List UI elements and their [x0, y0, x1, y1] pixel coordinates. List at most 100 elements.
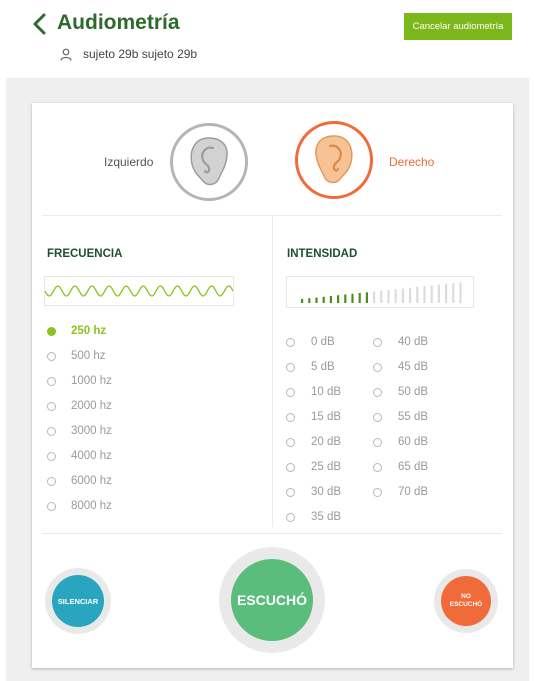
intensity-option[interactable]: 20 dB	[286, 436, 341, 448]
silence-button[interactable]: SILENCIAR	[52, 575, 104, 627]
level-bar	[452, 283, 455, 303]
frequency-option-label: 500 hz	[71, 350, 106, 362]
not-heard-button[interactable]: NO ESCUCHÓ	[441, 576, 491, 626]
intensity-option[interactable]: 40 dB	[373, 336, 428, 348]
sine-wave-icon	[44, 285, 234, 297]
level-bar	[437, 284, 440, 303]
level-meter-bars	[301, 282, 462, 303]
intensity-title: INTENSIDAD	[287, 248, 358, 260]
frequency-option[interactable]: 6000 hz	[47, 475, 112, 487]
user-icon	[60, 48, 72, 61]
right-ear-icon	[315, 135, 353, 184]
intensity-option[interactable]: 15 dB	[286, 411, 341, 423]
intensity-option[interactable]: 25 dB	[286, 461, 341, 473]
frequency-option-label: 8000 hz	[71, 500, 112, 512]
not-heard-label-line1: NO	[461, 593, 471, 600]
frequency-option[interactable]: 3000 hz	[47, 425, 112, 437]
level-bar	[351, 293, 354, 303]
level-bar	[301, 299, 304, 303]
intensity-option[interactable]: 0 dB	[286, 336, 335, 348]
level-bar	[322, 296, 325, 303]
radio-icon[interactable]	[286, 337, 295, 347]
frequency-option[interactable]: 4000 hz	[47, 450, 112, 462]
intensity-option-label: 45 dB	[398, 361, 429, 373]
divider	[42, 533, 502, 534]
radio-selected-icon[interactable]	[47, 326, 56, 336]
level-bar	[394, 289, 397, 303]
right-ear-button[interactable]	[295, 121, 373, 199]
intensity-option-label: 0 dB	[311, 336, 335, 348]
frequency-option[interactable]: 1000 hz	[47, 375, 112, 387]
intensity-option[interactable]: 45 dB	[373, 361, 428, 373]
radio-icon[interactable]	[373, 462, 382, 472]
header: Audiometría sujeto 29b sujeto 29b Cancel…	[0, 0, 534, 78]
frequency-wave-display	[44, 276, 234, 306]
radio-icon[interactable]	[47, 476, 56, 486]
intensity-option[interactable]: 30 dB	[286, 486, 341, 498]
frequency-option[interactable]: 250 hz	[47, 325, 106, 337]
heard-button[interactable]: ESCUCHÓ	[231, 559, 313, 641]
radio-icon[interactable]	[47, 401, 56, 411]
intensity-option[interactable]: 50 dB	[373, 386, 428, 398]
radio-icon[interactable]	[373, 412, 382, 422]
intensity-option-label: 55 dB	[398, 411, 429, 423]
radio-icon[interactable]	[286, 437, 295, 447]
audiometry-card: Izquierdo Derecho FRECUENCIA 250 hz 500 h…	[32, 103, 513, 668]
intensity-option-label: 10 dB	[311, 386, 342, 398]
radio-icon[interactable]	[373, 437, 382, 447]
radio-icon[interactable]	[373, 487, 382, 497]
radio-icon[interactable]	[373, 387, 382, 397]
radio-icon[interactable]	[47, 351, 56, 361]
back-arrow-icon[interactable]	[30, 12, 50, 36]
radio-icon[interactable]	[47, 376, 56, 386]
radio-icon[interactable]	[47, 501, 56, 511]
radio-icon[interactable]	[286, 512, 295, 522]
right-ear-label: Derecho	[389, 155, 435, 169]
intensity-option-label: 15 dB	[311, 411, 342, 423]
subject-name: sujeto 29b sujeto 29b	[83, 47, 198, 61]
radio-icon[interactable]	[286, 462, 295, 472]
radio-icon[interactable]	[373, 337, 382, 347]
radio-icon[interactable]	[286, 487, 295, 497]
level-bar	[423, 286, 426, 303]
intensity-option[interactable]: 70 dB	[373, 486, 428, 498]
level-bar	[380, 290, 383, 303]
radio-icon[interactable]	[286, 387, 295, 397]
level-bar	[358, 293, 361, 303]
intensity-option-label: 65 dB	[398, 461, 429, 473]
level-bar	[308, 298, 311, 303]
intensity-option-label: 5 dB	[311, 361, 335, 373]
radio-icon[interactable]	[286, 412, 295, 422]
frequency-option-label: 250 hz	[71, 325, 107, 337]
intensity-option-label: 70 dB	[398, 486, 429, 498]
page-title: Audiometría	[57, 11, 180, 34]
level-bar	[337, 295, 340, 303]
radio-icon[interactable]	[47, 426, 56, 436]
cancel-audiometry-button[interactable]: Cancelar audiometría	[404, 13, 512, 40]
frequency-option-label: 3000 hz	[71, 425, 112, 437]
intensity-option[interactable]: 60 dB	[373, 436, 428, 448]
radio-icon[interactable]	[286, 362, 295, 372]
intensity-option[interactable]: 55 dB	[373, 411, 428, 423]
left-ear-button[interactable]	[170, 123, 248, 201]
frequency-option[interactable]: 2000 hz	[47, 400, 112, 412]
level-bar	[329, 296, 332, 303]
level-bar	[365, 292, 368, 303]
level-bar	[416, 287, 419, 303]
radio-icon[interactable]	[373, 362, 382, 372]
radio-icon[interactable]	[47, 451, 56, 461]
intensity-option[interactable]: 65 dB	[373, 461, 428, 473]
intensity-option[interactable]: 10 dB	[286, 386, 341, 398]
frequency-title: FRECUENCIA	[47, 248, 123, 260]
level-bar	[430, 285, 433, 303]
intensity-option-label: 30 dB	[311, 486, 342, 498]
intensity-option-label: 35 dB	[311, 511, 342, 523]
frequency-option[interactable]: 8000 hz	[47, 500, 112, 512]
intensity-option-label: 40 dB	[398, 336, 429, 348]
intensity-option[interactable]: 5 dB	[286, 361, 335, 373]
frequency-option[interactable]: 500 hz	[47, 350, 106, 362]
frequency-option-label: 2000 hz	[71, 400, 112, 412]
level-bar	[409, 287, 412, 303]
level-bar	[373, 291, 376, 303]
intensity-option[interactable]: 35 dB	[286, 511, 341, 523]
